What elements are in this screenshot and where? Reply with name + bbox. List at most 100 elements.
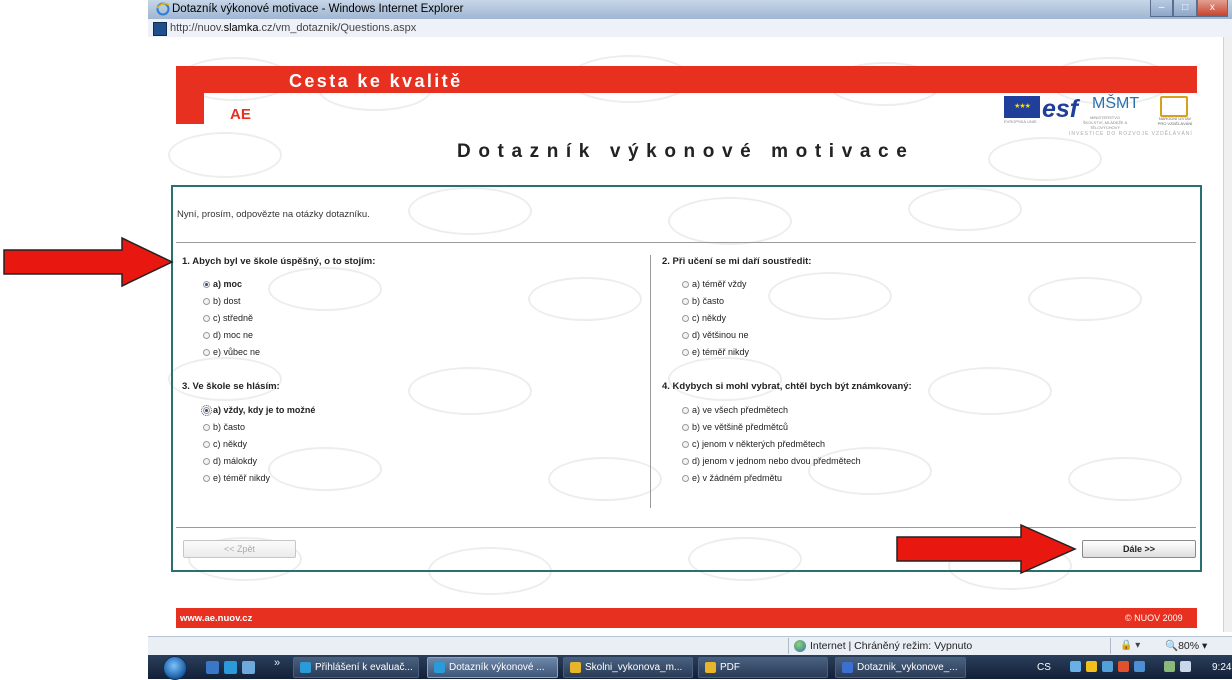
radio-icon[interactable] <box>682 457 689 465</box>
question-1-title: 1. Abych byl ve škole úspěšný, o to stoj… <box>182 256 376 267</box>
q4-option-b[interactable]: b) ve většině předmětců <box>682 420 788 434</box>
logo-bar-shape <box>176 66 204 124</box>
minimize-button[interactable]: – <box>1150 0 1174 17</box>
question-2-title: 2. Při učení se mi daří soustředit: <box>662 256 812 267</box>
radio-icon[interactable] <box>203 474 210 482</box>
q4-option-e[interactable]: e) v žádném předmětu <box>682 471 782 485</box>
url-domain: slamka <box>223 22 259 34</box>
q3-option-e[interactable]: e) téměř nikdy <box>203 471 270 485</box>
language-indicator[interactable]: CS <box>1037 662 1051 673</box>
globe-icon <box>794 640 806 652</box>
status-divider <box>788 638 789 654</box>
radio-icon[interactable] <box>203 280 210 288</box>
radio-icon[interactable] <box>682 331 689 339</box>
monitor-icon[interactable] <box>1134 661 1145 672</box>
security-zone-text[interactable]: Internet | Chráněný režim: Vypnuto <box>810 640 972 652</box>
radio-icon[interactable] <box>682 314 689 322</box>
option-label: e) téměř nikdy <box>213 473 271 483</box>
q4-option-a[interactable]: a) ve všech předmětech <box>682 403 788 417</box>
security-shield-icon[interactable] <box>1086 661 1097 672</box>
page-title: Dotazník výkonové motivace <box>457 141 915 162</box>
option-label: e) téměř nikdy <box>692 347 750 357</box>
vertical-scrollbar[interactable] <box>1223 37 1232 632</box>
q1-option-c[interactable]: c) středně <box>203 311 253 325</box>
option-label: c) někdy <box>692 313 727 323</box>
q3-option-a[interactable]: a) vždy, kdy je to možné <box>201 403 316 417</box>
radio-icon[interactable] <box>682 423 689 431</box>
footer-bar <box>176 608 1197 628</box>
option-label: b) často <box>213 422 246 432</box>
q1-option-d[interactable]: d) moc ne <box>203 328 253 342</box>
q1-option-a[interactable]: a) moc <box>203 277 242 291</box>
radio-icon[interactable] <box>203 423 210 431</box>
security-status-icon[interactable]: 🔒 ▾ <box>1120 640 1140 651</box>
footer-website-link[interactable]: www.ae.nuov.cz <box>180 613 252 624</box>
radio-icon[interactable] <box>203 331 210 339</box>
option-label: b) ve většině předmětců <box>692 422 789 432</box>
investice-label: INVESTICE DO ROZVOJE VZDĚLÁVÁNÍ <box>1069 131 1193 137</box>
q3-option-b[interactable]: b) často <box>203 420 245 434</box>
radio-icon[interactable] <box>203 297 210 305</box>
radio-icon[interactable] <box>203 440 210 448</box>
option-label: b) často <box>692 296 725 306</box>
radio-icon[interactable] <box>203 348 210 356</box>
battery-icon[interactable] <box>1164 661 1175 672</box>
windows-media-icon[interactable] <box>242 661 255 674</box>
option-label: c) středně <box>213 313 254 323</box>
antivirus-icon[interactable] <box>1118 661 1129 672</box>
q2-option-a[interactable]: a) téměř vždy <box>682 277 747 291</box>
radio-icon[interactable] <box>682 474 689 482</box>
option-label: a) ve všech předmětech <box>692 405 789 415</box>
q3-option-d[interactable]: d) málokdy <box>203 454 257 468</box>
radio-icon[interactable] <box>682 348 689 356</box>
taskbar-item-pdf[interactable]: PDF <box>698 657 828 678</box>
q2-option-b[interactable]: b) často <box>682 294 724 308</box>
next-button[interactable]: Dále >> <box>1082 540 1196 558</box>
footer-copyright: © NUOV 2009 <box>1125 613 1183 623</box>
q4-option-c[interactable]: c) jenom v některých předmětech <box>682 437 825 451</box>
start-button[interactable] <box>149 655 193 680</box>
logo-text: AE <box>230 106 251 123</box>
radio-icon[interactable] <box>682 280 689 288</box>
taskbar-item-dotaznik-doc[interactable]: Dotaznik_vykonove_... <box>835 657 966 678</box>
q3-option-c[interactable]: c) někdy <box>203 437 247 451</box>
q2-option-d[interactable]: d) většinou ne <box>682 328 749 342</box>
maximize-button[interactable]: □ <box>1173 0 1197 17</box>
update-icon[interactable] <box>1102 661 1113 672</box>
network-icon[interactable] <box>1070 661 1081 672</box>
question-3-title: 3. Ve škole se hlásím: <box>182 381 280 392</box>
word-document-icon <box>842 661 853 673</box>
address-url[interactable]: http://nuov.slamka.cz/vm_dotaznik/Questi… <box>170 22 416 34</box>
option-label: d) málokdy <box>213 456 258 466</box>
folder-icon <box>705 661 716 673</box>
volume-icon[interactable] <box>1180 661 1191 672</box>
radio-icon[interactable] <box>682 440 689 448</box>
q1-option-b[interactable]: b) dost <box>203 294 241 308</box>
quicklaunch-chevron-icon[interactable]: » <box>274 657 280 669</box>
radio-icon[interactable] <box>203 457 210 465</box>
taskbar-item-skolni[interactable]: Skolni_vykonova_m... <box>563 657 693 678</box>
option-label: a) vždy, kdy je to možné <box>213 405 316 415</box>
q2-option-c[interactable]: c) někdy <box>682 311 726 325</box>
msmt-logo: MŠMT <box>1092 95 1140 112</box>
show-desktop-icon[interactable] <box>206 661 219 674</box>
radio-icon[interactable] <box>682 406 689 414</box>
radio-icon[interactable] <box>682 297 689 305</box>
radio-icon[interactable] <box>203 314 210 322</box>
q4-option-d[interactable]: d) jenom v jednom nebo dvou předmětech <box>682 454 861 468</box>
taskbar-item-questionnaire[interactable]: Dotazník výkonové ... <box>427 657 558 678</box>
logo-bowl-shape <box>209 66 254 93</box>
zoom-level[interactable]: 🔍80% ▾ <box>1165 639 1207 652</box>
back-button[interactable]: << Zpět <box>183 540 296 558</box>
q2-option-e[interactable]: e) téměř nikdy <box>682 345 749 359</box>
taskbar-item-label: Dotazník výkonové ... <box>449 662 545 673</box>
radio-icon[interactable] <box>201 404 212 416</box>
status-divider <box>1110 638 1111 654</box>
q1-option-e[interactable]: e) vůbec ne <box>203 345 260 359</box>
url-prefix: http://nuov. <box>170 22 224 34</box>
window-title: Dotazník výkonové motivace - Windows Int… <box>172 3 464 15</box>
internet-explorer-icon[interactable] <box>224 661 237 674</box>
site-favicon-icon <box>153 22 167 36</box>
close-button[interactable]: x <box>1196 0 1228 17</box>
taskbar-item-login[interactable]: Přihlášení k evaluač... <box>293 657 419 678</box>
